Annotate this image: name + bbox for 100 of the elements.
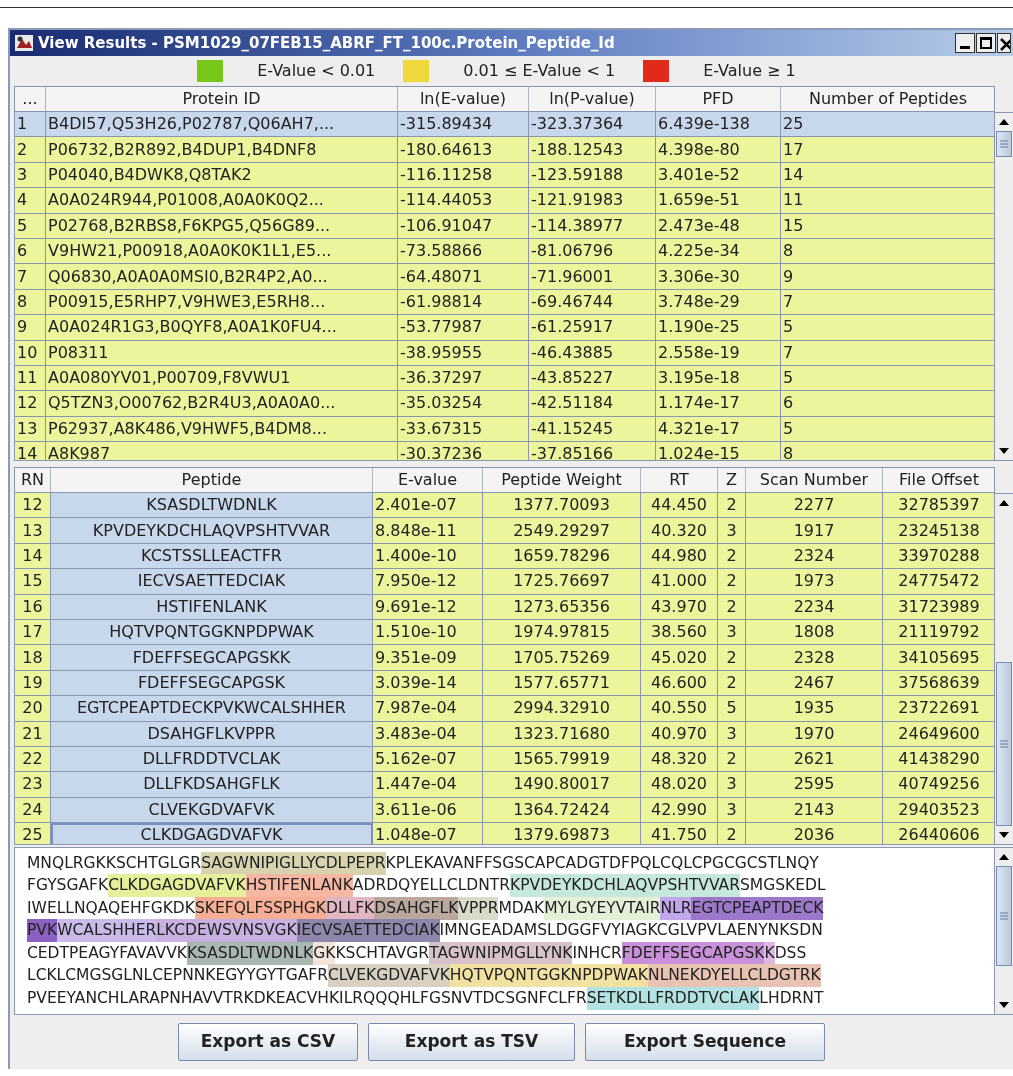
export-button[interactable]: Export Sequence (585, 1023, 825, 1061)
table-cell: 40.970 (641, 721, 718, 747)
table-cell: 2595 (746, 772, 883, 798)
column-header[interactable]: ln(P-value) (529, 87, 656, 111)
table-cell: -188.12543 (529, 137, 656, 163)
table-cell: 2234 (746, 594, 883, 620)
table-cell: 8 (781, 238, 995, 265)
table-cell: 25 (15, 823, 51, 844)
table-cell: 6.439e-138 (656, 112, 781, 138)
highlighted-peptide: VPPR (458, 896, 499, 920)
table-cell: 2143 (746, 797, 883, 824)
scroll-thumb[interactable] (996, 131, 1012, 157)
table-cell: A0A024R944,P01008,A0A0K0Q2... (46, 188, 398, 214)
table-cell: B4DI57,Q53H26,P02787,Q06AH7,... (46, 112, 398, 138)
column-header[interactable]: PFD (656, 87, 781, 111)
table-cell: 23245138 (883, 518, 995, 544)
grip-icon (999, 740, 1009, 748)
table-cell: 38.560 (641, 619, 718, 646)
table-cell: 2324 (746, 543, 883, 570)
highlighted-peptide: LKCDEWSVNSVGK (156, 919, 297, 943)
column-header[interactable]: RT (641, 468, 718, 492)
table-cell: 9 (781, 264, 995, 290)
scroll-thumb[interactable] (996, 662, 1012, 826)
table-cell: 3.401e-52 (656, 162, 781, 189)
table-cell: -180.64613 (398, 137, 529, 163)
table-cell: 1323.71680 (483, 721, 641, 747)
table-cell: Q5TZN3,O00762,B2R4U3,A0A0A0... (46, 391, 398, 417)
table-cell: 3.039e-14 (373, 670, 483, 697)
table-cell: 2621 (746, 746, 883, 773)
table-cell: 32785397 (883, 493, 995, 519)
table-cell: 5 (781, 365, 995, 392)
table-cell: 18 (15, 645, 51, 671)
table-cell: P00915,E5RHP7,V9HWE3,E5RH8... (46, 289, 398, 316)
sequence-text: IMNGEADAMSLDGGFVYIAGKCGLVPVLAENYNKSDN (439, 920, 823, 942)
column-header[interactable]: Z (718, 468, 746, 492)
scroll-down-icon (999, 1002, 1009, 1008)
close-button[interactable] (997, 33, 1011, 53)
table-cell: 2 (718, 645, 746, 671)
export-button[interactable]: Export as CSV (178, 1023, 358, 1061)
table-cell: 4 (15, 188, 46, 214)
table-cell: 29403523 (883, 797, 995, 824)
table-cell: 9 (15, 315, 46, 341)
table-cell: FDEFFSEGCAPGSKK (51, 645, 373, 671)
table-cell: 17 (781, 137, 995, 163)
table-cell: KPVDEYKDCHLAQVPSHTVVAR (51, 518, 373, 544)
table-cell: 3 (718, 797, 746, 824)
minimize-button[interactable] (955, 33, 975, 53)
scroll-down-icon (999, 448, 1009, 454)
table-cell: -30.37236 (398, 442, 529, 460)
sequence-text: KPLEKAVANFFSGSCAPCADGTDFPQLCQLCPGCGCSTLNQY (385, 852, 819, 874)
table-cell: 1577.65771 (483, 670, 641, 697)
column-header[interactable]: Protein ID (46, 87, 398, 111)
table-cell: A0A080YV01,P00709,F8VWU1 (46, 365, 398, 392)
column-header[interactable]: RN (15, 468, 51, 492)
column-header[interactable]: ... (15, 87, 46, 111)
table-cell: P02768,B2RBS8,F6KPG5,Q56G89... (46, 213, 398, 239)
maximize-button[interactable] (976, 33, 996, 53)
table-cell: 1.048e-07 (373, 823, 483, 844)
table-cell: 7 (781, 340, 995, 366)
table-cell: 1379.69873 (483, 823, 641, 844)
table-cell: 3.483e-04 (373, 721, 483, 747)
table-cell: 1565.79919 (483, 746, 641, 773)
column-header[interactable]: Peptide (51, 468, 373, 492)
table-cell: 12 (15, 493, 51, 519)
sequence-text: SMGSKEDL (739, 875, 826, 897)
scrollbar[interactable] (995, 493, 1013, 845)
table-cell: 1377.70093 (483, 493, 641, 519)
table-cell: -35.03254 (398, 391, 529, 417)
table-cell: CLKDGAGDVAFVK (51, 823, 373, 844)
highlighted-peptide: PVK (27, 919, 58, 943)
table-cell: -61.25917 (529, 315, 656, 341)
table-cell: P62937,A8K486,V9HWF5,B4DM8... (46, 416, 398, 443)
sequence-text: LHDRNT (759, 987, 824, 1009)
table-cell: 13 (15, 518, 51, 544)
highlighted-peptide: HQTVPQNTGGKNPDPWAK (449, 964, 649, 988)
table-cell: 42.990 (641, 797, 718, 824)
scrollbar[interactable] (995, 847, 1013, 1015)
column-header[interactable]: Scan Number (746, 468, 883, 492)
scrollbar[interactable] (995, 112, 1013, 461)
table-cell: 1705.75269 (483, 645, 641, 671)
table-cell: 43.970 (641, 594, 718, 620)
table-cell: 41.000 (641, 569, 718, 595)
table-cell: 1917 (746, 518, 883, 544)
table-cell: 1.174e-17 (656, 391, 781, 417)
column-header[interactable]: File Offset (883, 468, 995, 492)
table-cell: 5.162e-07 (373, 746, 483, 773)
export-button[interactable]: Export as TSV (368, 1023, 575, 1061)
table-cell: -69.46744 (529, 289, 656, 316)
sequence-text: FGYSGAFK (27, 875, 109, 897)
table-cell: -114.44053 (398, 188, 529, 214)
table-cell: 1364.72424 (483, 797, 641, 824)
table-cell: 40749256 (883, 772, 995, 798)
column-header[interactable]: Peptide Weight (483, 468, 641, 492)
column-header[interactable]: ln(E-value) (398, 87, 529, 111)
column-header[interactable]: E-value (373, 468, 483, 492)
scroll-thumb[interactable] (996, 866, 1012, 966)
table-cell: KSASDLTWDNLK (51, 493, 373, 519)
column-header[interactable]: Number of Peptides (781, 87, 995, 111)
table-cell: 7.950e-12 (373, 569, 483, 595)
table-cell: 2036 (746, 823, 883, 844)
